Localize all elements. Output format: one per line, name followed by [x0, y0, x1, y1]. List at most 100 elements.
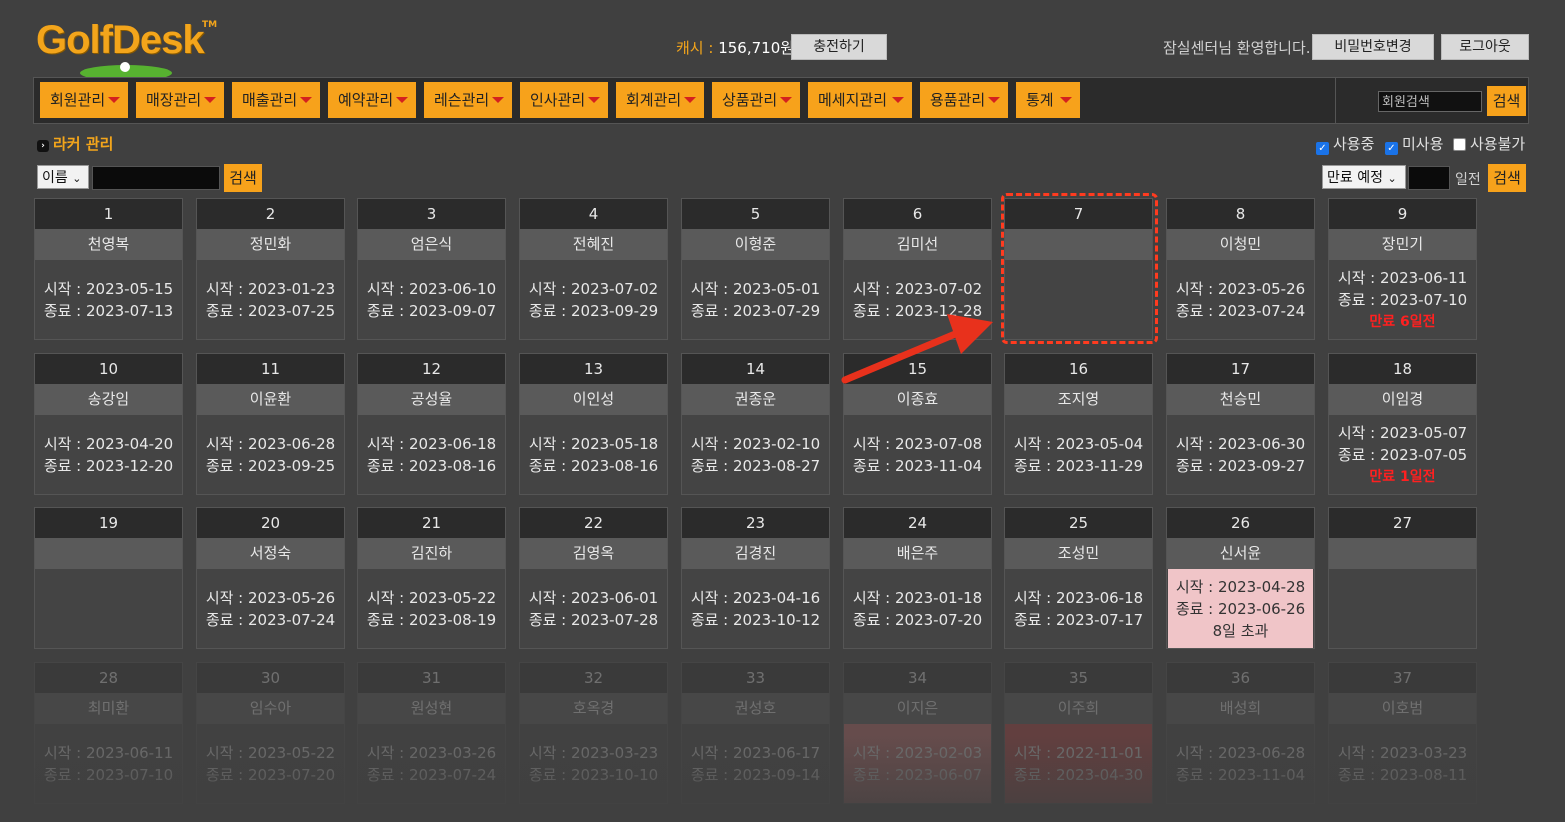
locker-card[interactable]: 14 권종운 시작 : 2023-02-10 종료 : 2023-08-27 — [681, 353, 830, 495]
locker-member-name: 송강임 — [35, 384, 182, 415]
locker-start-date: 시작 : 2023-06-18 — [1013, 588, 1144, 607]
locker-card[interactable]: 25 조성민 시작 : 2023-06-18 종료 : 2023-07-17 — [1004, 507, 1153, 649]
locker-card[interactable]: 3 엄은식 시작 : 2023-06-10 종료 : 2023-09-07 — [357, 198, 506, 340]
locker-period: 시작 : 2023-05-22 종료 : 2023-07-20 — [197, 724, 344, 803]
locker-number: 10 — [35, 354, 182, 384]
locker-period — [1329, 569, 1476, 648]
locker-start-date: 시작 : 2023-04-16 — [690, 588, 821, 607]
locker-number: 11 — [197, 354, 344, 384]
caret-down-icon — [492, 97, 504, 103]
locker-start-date: 시작 : 2023-06-28 — [1175, 743, 1306, 762]
locker-member-name: 원성현 — [358, 693, 505, 724]
locker-card[interactable]: 1 천영복 시작 : 2023-05-15 종료 : 2023-07-13 — [34, 198, 183, 340]
locker-card[interactable]: 18 이임경 시작 : 2023-05-07 종료 : 2023-07-05 만료 1일… — [1328, 353, 1477, 495]
locker-number: 34 — [844, 663, 991, 693]
nav-item-0[interactable]: 회원관리 — [40, 82, 128, 118]
change-password-button[interactable]: 비밀번호변경 — [1312, 34, 1434, 60]
golfdesk-logo[interactable]: GolfDesk TM — [36, 18, 226, 81]
locker-start-date: 시작 : 2023-05-15 — [43, 279, 174, 298]
locker-card[interactable]: 36 배성희 시작 : 2023-06-28 종료 : 2023-11-04 — [1166, 662, 1315, 804]
locker-number: 33 — [682, 663, 829, 693]
filter-unavailable[interactable]: 사용불가 — [1453, 133, 1525, 154]
locker-card[interactable]: 11 이윤환 시작 : 2023-06-28 종료 : 2023-09-25 — [196, 353, 345, 495]
filter-unused[interactable]: ✓ 미사용 — [1385, 133, 1443, 155]
locker-card[interactable]: 2 정민화 시작 : 2023-01-23 종료 : 2023-07-25 — [196, 198, 345, 340]
logout-button[interactable]: 로그아웃 — [1441, 34, 1529, 60]
welcome-text: 잠실센터님 환영합니다. — [1163, 39, 1311, 57]
locker-card[interactable]: 19 — [34, 507, 183, 649]
locker-start-date: 시작 : 2023-01-23 — [205, 279, 336, 298]
locker-period: 시작 : 2023-05-01 종료 : 2023-07-29 — [682, 260, 829, 339]
locker-start-date: 시작 : 2023-06-10 — [366, 279, 497, 298]
locker-card[interactable]: 37 이호범 시작 : 2023-03-23 종료 : 2023-08-11 — [1328, 662, 1477, 804]
locker-card[interactable]: 28 최미환 시작 : 2023-06-11 종료 : 2023-07-10 — [34, 662, 183, 804]
cash-balance: 캐시 : 156,710원 — [676, 37, 794, 58]
locker-member-name: 이지은 — [844, 693, 991, 724]
locker-card[interactable]: 27 — [1328, 507, 1477, 649]
locker-card[interactable]: 31 원성현 시작 : 2023-03-26 종료 : 2023-07-24 — [357, 662, 506, 804]
locker-card[interactable]: 23 김경진 시작 : 2023-04-16 종료 : 2023-10-12 — [681, 507, 830, 649]
charge-button[interactable]: 충전하기 — [791, 34, 887, 60]
search-input[interactable] — [92, 166, 220, 190]
locker-card[interactable]: 30 임수아 시작 : 2023-05-22 종료 : 2023-07-20 — [196, 662, 345, 804]
caret-down-icon — [892, 97, 904, 103]
nav-item-6[interactable]: 회계관리 — [616, 82, 704, 118]
nav-item-2[interactable]: 매출관리 — [232, 82, 320, 118]
nav-item-1[interactable]: 매장관리 — [136, 82, 224, 118]
nav-item-3[interactable]: 예약관리 — [328, 82, 416, 118]
locker-card[interactable]: 20 서정숙 시작 : 2023-05-26 종료 : 2023-07-24 — [196, 507, 345, 649]
locker-card[interactable]: 5 이형준 시작 : 2023-05-01 종료 : 2023-07-29 — [681, 198, 830, 340]
nav-item-4[interactable]: 레슨관리 — [424, 82, 512, 118]
locker-card[interactable]: 35 이주희 시작 : 2022-11-01 종료 : 2023-04-30 — [1004, 662, 1153, 804]
locker-card[interactable]: 4 전혜진 시작 : 2023-07-02 종료 : 2023-09-29 — [519, 198, 668, 340]
locker-card[interactable]: 17 천승민 시작 : 2023-06-30 종료 : 2023-09-27 — [1166, 353, 1315, 495]
locker-start-date: 시작 : 2023-05-04 — [1013, 434, 1144, 453]
locker-end-date: 종료 : 2023-07-29 — [690, 301, 821, 320]
nav-item-5[interactable]: 인사관리 — [520, 82, 608, 118]
locker-card[interactable]: 22 김영옥 시작 : 2023-06-01 종료 : 2023-07-28 — [519, 507, 668, 649]
search-button[interactable]: 검색 — [224, 164, 262, 192]
nav-item-7[interactable]: 상품관리 — [712, 82, 800, 118]
nav-item-8[interactable]: 메세지관리 — [808, 82, 912, 118]
filter-unavailable-label: 사용불가 — [1470, 135, 1526, 153]
locker-start-date: 시작 : 2023-03-23 — [528, 743, 659, 762]
locker-number: 26 — [1167, 508, 1314, 538]
locker-period: 시작 : 2023-03-23 종료 : 2023-08-11 — [1329, 724, 1476, 803]
caret-down-icon — [204, 97, 216, 103]
locker-card[interactable]: 10 송강임 시작 : 2023-04-20 종료 : 2023-12-20 — [34, 353, 183, 495]
locker-card[interactable]: 12 공성율 시작 : 2023-06-18 종료 : 2023-08-16 — [357, 353, 506, 495]
locker-number: 22 — [520, 508, 667, 538]
filter-in-use[interactable]: ✓ 사용중 — [1316, 133, 1374, 155]
nav-item-label: 용품관리 — [930, 91, 986, 109]
logo-trademark: TM — [202, 20, 218, 30]
expire-days-input[interactable] — [1408, 166, 1450, 190]
checkbox-checked-icon[interactable]: ✓ — [1385, 142, 1398, 155]
member-search-input[interactable]: 회원검색 — [1378, 91, 1482, 112]
locker-end-date: 종료 : 2023-07-24 — [205, 610, 336, 629]
checkbox-checked-icon[interactable]: ✓ — [1316, 142, 1329, 155]
locker-member-name: 서정숙 — [197, 538, 344, 569]
locker-card[interactable]: 34 이지은 시작 : 2023-02-03 종료 : 2023-06-07 — [843, 662, 992, 804]
locker-card[interactable]: 21 김진하 시작 : 2023-05-22 종료 : 2023-08-19 — [357, 507, 506, 649]
expire-search-button[interactable]: 검색 — [1488, 164, 1526, 192]
locker-member-name: 공성율 — [358, 384, 505, 415]
locker-card[interactable]: 26 신서윤 시작 : 2023-04-28 종료 : 2023-06-26 8일 초과 — [1166, 507, 1315, 649]
locker-card[interactable]: 8 이청민 시작 : 2023-05-26 종료 : 2023-07-24 — [1166, 198, 1315, 340]
locker-card[interactable]: 16 조지영 시작 : 2023-05-04 종료 : 2023-11-29 — [1004, 353, 1153, 495]
nav-item-9[interactable]: 용품관리 — [920, 82, 1008, 118]
locker-card[interactable]: 32 호옥경 시작 : 2023-03-23 종료 : 2023-10-10 — [519, 662, 668, 804]
search-field-select[interactable]: 이름 ⌄ — [37, 165, 89, 189]
nav-item-10[interactable]: 통계 — [1016, 82, 1080, 118]
checkbox-unchecked-icon[interactable] — [1453, 138, 1466, 151]
expire-select[interactable]: 만료 예정 ⌄ — [1322, 165, 1406, 189]
locker-member-name: 정민화 — [197, 229, 344, 260]
locker-card[interactable]: 24 배은주 시작 : 2023-01-18 종료 : 2023-07-20 — [843, 507, 992, 649]
locker-start-date: 시작 : 2023-02-10 — [690, 434, 821, 453]
locker-number: 32 — [520, 663, 667, 693]
locker-card[interactable]: 33 권성호 시작 : 2023-06-17 종료 : 2023-09-14 — [681, 662, 830, 804]
locker-card[interactable]: 13 이인성 시작 : 2023-05-18 종료 : 2023-08-16 — [519, 353, 668, 495]
locker-start-date: 시작 : 2023-05-26 — [1175, 279, 1306, 298]
locker-card[interactable]: 9 장민기 시작 : 2023-06-11 종료 : 2023-07-10 만료 6일전 — [1328, 198, 1477, 340]
locker-number: 14 — [682, 354, 829, 384]
member-search-button[interactable]: 검색 — [1487, 86, 1526, 116]
